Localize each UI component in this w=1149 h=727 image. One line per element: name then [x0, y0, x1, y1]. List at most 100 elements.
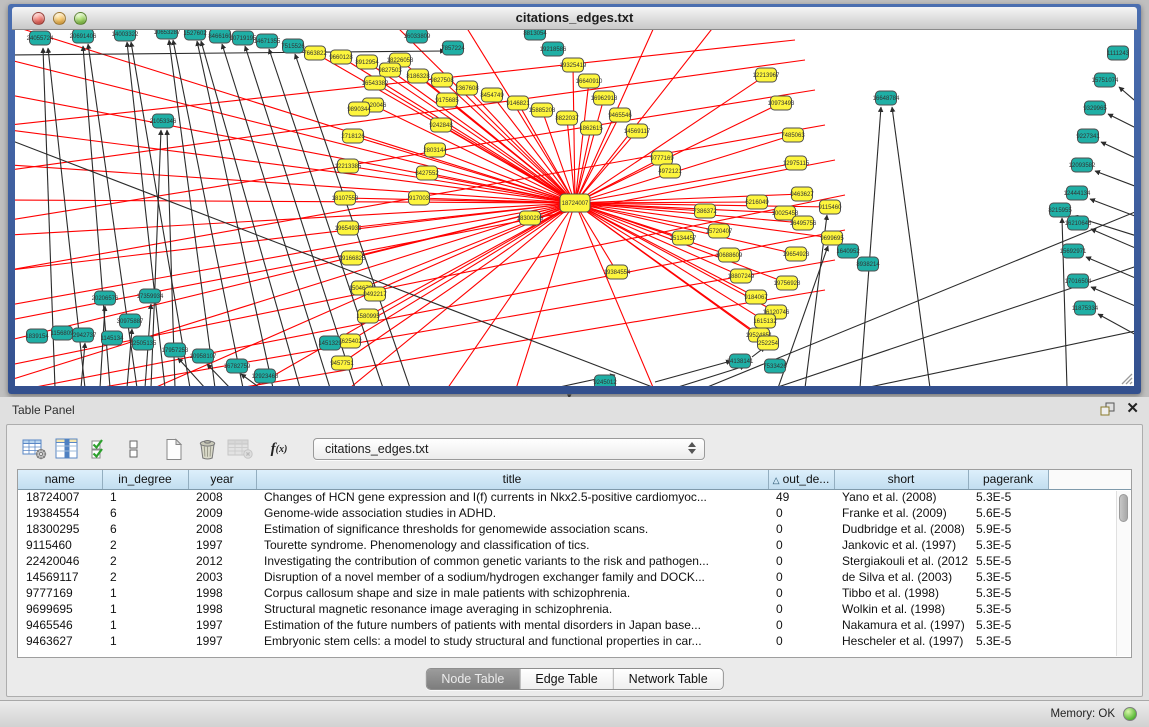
cell-in_degree[interactable]: 6	[102, 505, 188, 521]
cell-year[interactable]: 2012	[188, 553, 256, 569]
tab-edge-table[interactable]: Edge Table	[520, 669, 613, 689]
network-node[interactable]: 8215955	[1048, 203, 1072, 217]
cell-title[interactable]: Corpus callosum shape and size in male p…	[256, 585, 768, 601]
network-node[interactable]: 9115460	[819, 200, 843, 214]
window-resize-grip[interactable]	[1119, 371, 1133, 385]
network-node[interactable]: 10958107	[190, 349, 217, 363]
cell-pagerank[interactable]: 5.3E-5	[968, 633, 1048, 649]
cell-title[interactable]: Disruption of a novel member of a sodium…	[256, 569, 768, 585]
cell-name[interactable]: 19384554	[18, 505, 102, 521]
cell-title[interactable]: Embryonic stem cells: a model to study s…	[256, 633, 768, 649]
network-node[interactable]: 20691406	[70, 30, 97, 43]
network-node[interactable]: 917003	[409, 191, 430, 205]
cell-in_degree[interactable]: 2	[102, 569, 188, 585]
network-node[interactable]: 9457751	[330, 356, 354, 370]
network-node[interactable]: 9146821	[506, 96, 530, 110]
network-node[interactable]: 15751074	[1092, 73, 1119, 87]
network-node[interactable]: 18807249	[728, 269, 755, 283]
cell-in_degree[interactable]: 1	[102, 489, 188, 505]
network-node[interactable]: 10973493	[768, 96, 795, 110]
network-node[interactable]: 21053346	[150, 114, 177, 128]
close-panel-icon[interactable]: ✕	[1126, 401, 1139, 417]
cell-title[interactable]: Estimation of the future numbers of pati…	[256, 617, 768, 633]
network-node[interactable]: 7625402	[338, 334, 362, 348]
network-node[interactable]: 9465546	[608, 108, 632, 122]
network-node[interactable]: 19756928	[774, 276, 801, 290]
cell-name[interactable]: 9115460	[18, 537, 102, 553]
network-node[interactable]: 1145134	[101, 331, 125, 345]
cell-year[interactable]: 2003	[188, 569, 256, 585]
cell-pagerank[interactable]: 5.3E-5	[968, 601, 1048, 617]
network-node[interactable]: 8938214	[856, 257, 880, 271]
network-node[interactable]: 19654935	[335, 221, 362, 235]
network-node[interactable]: 16543382	[362, 76, 389, 90]
network-node[interactable]: 16782759	[224, 359, 251, 373]
cell-out_degree[interactable]: 0	[768, 553, 834, 569]
network-node[interactable]: 14569117	[624, 124, 651, 138]
cell-in_degree[interactable]: 1	[102, 617, 188, 633]
network-node[interactable]: 1580995	[356, 309, 380, 323]
table-row[interactable]: 1456911722003Disruption of a novel membe…	[18, 569, 1131, 585]
network-node[interactable]: 7515526	[281, 39, 305, 53]
cell-short[interactable]: Stergiakouli et al. (2012)	[834, 553, 968, 569]
network-node[interactable]: 9463627	[790, 187, 814, 201]
network-node[interactable]: 1156809	[51, 326, 75, 340]
network-node[interactable]: 6216049	[745, 195, 769, 209]
network-node[interactable]: 1862615	[579, 121, 603, 135]
cell-short[interactable]: Dudbridge et al. (2008)	[834, 521, 968, 537]
float-panel-icon[interactable]	[1099, 401, 1116, 417]
network-node[interactable]: 252254	[758, 336, 779, 350]
network-node[interactable]: 1640952	[836, 244, 860, 258]
cell-year[interactable]: 1997	[188, 617, 256, 633]
cell-name[interactable]: 14569117	[18, 569, 102, 585]
network-node[interactable]: 17016504	[1065, 274, 1092, 288]
cell-pagerank[interactable]: 5.9E-5	[968, 521, 1048, 537]
network-canvas[interactable]: 2405572420691406140033221065328715276028…	[15, 30, 1134, 386]
network-node[interactable]: 24055724	[27, 31, 54, 45]
cell-name[interactable]: 9699695	[18, 601, 102, 617]
network-node[interactable]: 2367608	[455, 81, 479, 95]
cell-out_degree[interactable]: 0	[768, 521, 834, 537]
cell-out_degree[interactable]: 49	[768, 489, 834, 505]
network-node[interactable]: 7857224	[441, 41, 465, 55]
cell-short[interactable]: Nakamura et al. (1997)	[834, 617, 968, 633]
cell-in_degree[interactable]: 1	[102, 585, 188, 601]
network-node[interactable]: 9227341	[1076, 129, 1100, 143]
network-node[interactable]: 7533426	[763, 359, 787, 373]
function-builder-icon[interactable]: f(x)	[264, 435, 294, 463]
table-row[interactable]: 946362711997Embryonic stem cells: a mode…	[18, 633, 1131, 649]
network-node[interactable]: 19384554	[604, 265, 631, 279]
cell-year[interactable]: 1997	[188, 633, 256, 649]
network-node[interactable]: 12213385	[335, 159, 362, 173]
network-node[interactable]: 9827503	[378, 63, 402, 77]
network-node[interactable]: 10688609	[716, 248, 743, 262]
network-node[interactable]: 8822037	[555, 111, 579, 125]
network-node[interactable]: 12975115	[783, 156, 810, 170]
network-node[interactable]: 1111243	[1107, 46, 1130, 60]
network-node[interactable]: 9890344	[347, 102, 371, 116]
cell-out_degree[interactable]: 0	[768, 601, 834, 617]
network-node[interactable]: 18300295	[517, 211, 544, 225]
cell-in_degree[interactable]: 1	[102, 633, 188, 649]
network-node[interactable]: 9660128	[329, 50, 353, 64]
cell-pagerank[interactable]: 5.3E-5	[968, 585, 1048, 601]
network-node[interactable]: 9492217	[363, 287, 387, 301]
cell-out_degree[interactable]: 0	[768, 617, 834, 633]
network-node[interactable]: 1527602	[183, 30, 207, 40]
cell-pagerank[interactable]: 5.3E-5	[968, 537, 1048, 553]
cell-name[interactable]: 9777169	[18, 585, 102, 601]
table-scrollbar[interactable]	[1116, 491, 1130, 656]
network-node[interactable]: 15885208	[529, 103, 556, 117]
cell-short[interactable]: de Silva et al. (2003)	[834, 569, 968, 585]
table-row[interactable]: 1872400712008Changes of HCN gene express…	[18, 489, 1131, 505]
cell-year[interactable]: 1997	[188, 537, 256, 553]
network-node[interactable]: 8813054	[523, 30, 547, 40]
network-node[interactable]: 8454749	[480, 88, 504, 102]
cell-title[interactable]: Investigating the contribution of common…	[256, 553, 768, 569]
network-node[interactable]: 12923468	[252, 369, 279, 383]
delete-column-icon[interactable]	[192, 435, 222, 463]
cell-pagerank[interactable]: 5.5E-5	[968, 553, 1048, 569]
network-node[interactable]: 14671355	[254, 34, 281, 48]
cell-name[interactable]: 18300295	[18, 521, 102, 537]
network-node[interactable]: 12942737	[70, 328, 97, 342]
